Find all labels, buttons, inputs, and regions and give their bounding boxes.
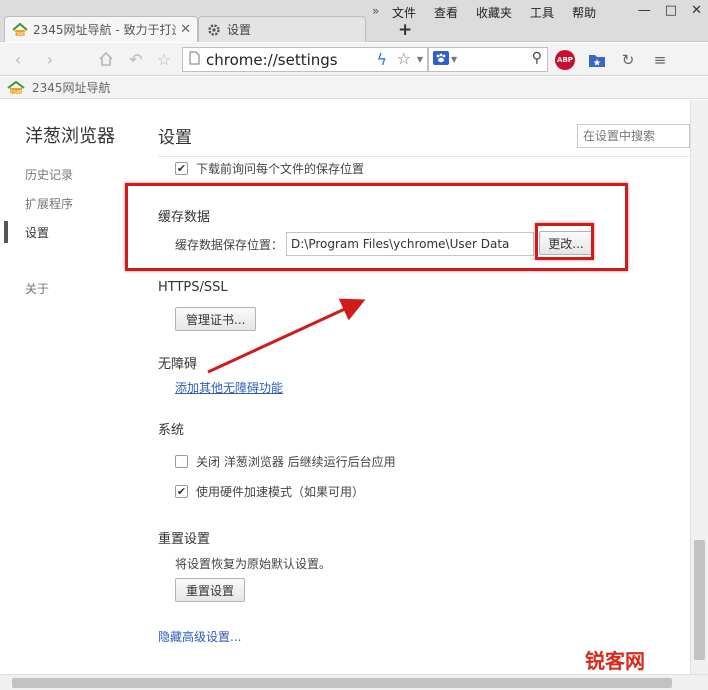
vertical-scroll-thumb[interactable] xyxy=(694,540,705,660)
watermark: 锐客网 xyxy=(585,649,645,673)
horizontal-scroll-thumb[interactable] xyxy=(12,678,672,688)
horizontal-scrollbar[interactable] xyxy=(0,674,708,690)
vertical-scrollbar[interactable] xyxy=(690,100,708,674)
annotation-arrow xyxy=(207,298,366,374)
